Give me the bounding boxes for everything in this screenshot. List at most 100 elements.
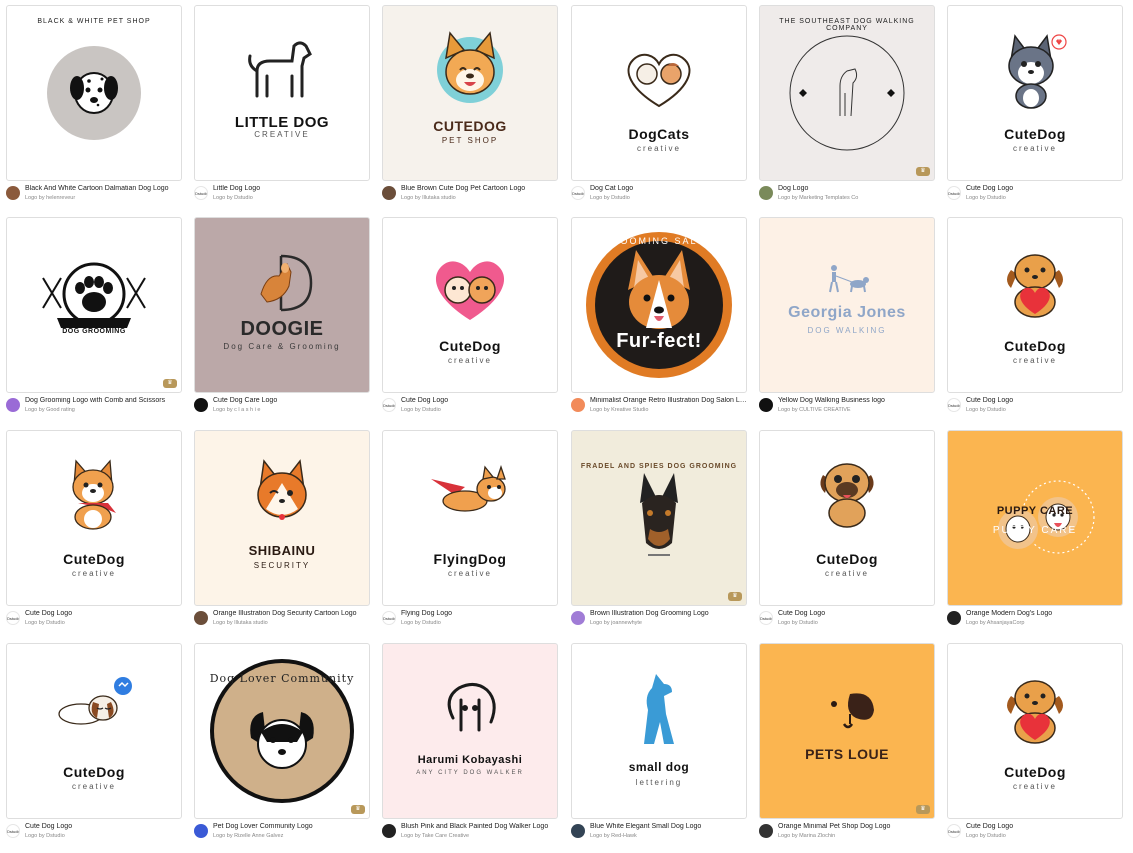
creator-avatar[interactable] bbox=[571, 398, 585, 412]
template-author[interactable]: Logo by CULTIVE CREATIVE bbox=[778, 407, 935, 413]
template-title[interactable]: Cute Dog Logo bbox=[25, 823, 182, 830]
creator-avatar[interactable]: Dstudio bbox=[759, 611, 773, 625]
template-title[interactable]: Black And White Cartoon Dalmatian Dog Lo… bbox=[25, 185, 182, 192]
creator-avatar[interactable] bbox=[382, 186, 396, 200]
template-title[interactable]: Blue Brown Cute Dog Pet Cartoon Logo bbox=[401, 185, 558, 192]
template-card[interactable]: SHIBAINU SECURITY Orange Illustration Dog… bbox=[194, 430, 370, 640]
template-thumbnail[interactable]: SHIBAINU SECURITY bbox=[194, 430, 370, 606]
template-card[interactable]: CuteDog creative Dstudio Cute Dog Logo Lo… bbox=[947, 217, 1123, 427]
template-card[interactable]: CuteDog creative Dstudio Cute Dog Logo Lo… bbox=[947, 5, 1123, 215]
template-author[interactable]: Logo by c l a s h i e bbox=[213, 407, 370, 413]
template-title[interactable]: Blush Pink and Black Painted Dog Walker … bbox=[401, 823, 558, 830]
template-title[interactable]: Cute Dog Logo bbox=[25, 610, 182, 617]
template-card[interactable]: Georgia Jones DOG WALKING Yellow Dog Walk… bbox=[759, 217, 935, 427]
template-card[interactable]: CuteDog creative Dstudio Cute Dog Logo Lo… bbox=[382, 217, 558, 427]
template-author[interactable]: Logo by helenreveur bbox=[25, 195, 182, 201]
template-thumbnail[interactable]: Dog Lover Community ♛ bbox=[194, 643, 370, 819]
template-title[interactable]: Cute Dog Logo bbox=[778, 610, 935, 617]
creator-avatar[interactable]: Dstudio bbox=[947, 186, 961, 200]
template-author[interactable]: Logo by Red-Hawk bbox=[590, 833, 747, 839]
template-title[interactable]: Cute Dog Logo bbox=[966, 823, 1123, 830]
creator-avatar[interactable]: Dstudio bbox=[571, 186, 585, 200]
template-card[interactable]: DOOGIE Dog Care & Grooming Cute Dog Care … bbox=[194, 217, 370, 427]
creator-avatar[interactable] bbox=[947, 611, 961, 625]
template-thumbnail[interactable]: CuteDog creative bbox=[947, 643, 1123, 819]
creator-avatar[interactable]: Dstudio bbox=[947, 824, 961, 838]
template-thumbnail[interactable]: CuteDog creative bbox=[947, 5, 1123, 181]
template-card[interactable]: CuteDog creative Dstudio Cute Dog Logo Lo… bbox=[6, 643, 182, 853]
template-thumbnail[interactable]: FRADEL AND SPIES DOG GROOMING ♛ bbox=[571, 430, 747, 606]
creator-avatar[interactable] bbox=[194, 611, 208, 625]
template-author[interactable]: Logo by Dstudio bbox=[401, 620, 558, 626]
template-card[interactable]: CuteDog creative Dstudio Cute Dog Logo Lo… bbox=[6, 430, 182, 640]
template-author[interactable]: Logo by Good rating bbox=[25, 407, 182, 413]
template-author[interactable]: Logo by Take Care Creative bbox=[401, 833, 558, 839]
template-title[interactable]: Pet Dog Lover Community Logo bbox=[213, 823, 370, 830]
template-thumbnail[interactable]: DOOGIE Dog Care & Grooming bbox=[194, 217, 370, 393]
template-author[interactable]: Logo by Dstudio bbox=[25, 833, 182, 839]
template-thumbnail[interactable]: CuteDog creative bbox=[759, 430, 935, 606]
template-author[interactable]: Logo by joannewhyte bbox=[590, 620, 747, 626]
template-title[interactable]: Brown Illustration Dog Grooming Logo bbox=[590, 610, 747, 617]
template-thumbnail[interactable]: FlyingDog creative bbox=[382, 430, 558, 606]
template-author[interactable]: Logo by Kreative Studio bbox=[590, 407, 747, 413]
template-author[interactable]: Logo by AhsanjayaCorp bbox=[966, 620, 1123, 626]
template-card[interactable]: small dog lettering Blue White Elegant Sm… bbox=[571, 643, 747, 853]
template-card[interactable]: FlyingDog creative Dstudio Flying Dog Log… bbox=[382, 430, 558, 640]
template-title[interactable]: Dog Logo bbox=[778, 185, 935, 192]
template-author[interactable]: Logo by Marina Zlochin bbox=[778, 833, 935, 839]
template-title[interactable]: Cute Dog Logo bbox=[966, 185, 1123, 192]
template-title[interactable]: Yellow Dog Walking Business logo bbox=[778, 397, 935, 404]
template-title[interactable]: Minimalist Orange Retro Illustration Dog… bbox=[590, 397, 747, 404]
template-thumbnail[interactable]: LITTLE DOG CREATIVE bbox=[194, 5, 370, 181]
template-author[interactable]: Logo by Dstudio bbox=[966, 195, 1123, 201]
template-card[interactable]: FRADEL AND SPIES DOG GROOMING ♛ Brown Il… bbox=[571, 430, 747, 640]
template-author[interactable]: Logo by Dstudio bbox=[213, 195, 370, 201]
creator-avatar[interactable] bbox=[194, 824, 208, 838]
template-author[interactable]: Logo by Marketing Templates Co bbox=[778, 195, 935, 201]
creator-avatar[interactable]: Dstudio bbox=[6, 824, 20, 838]
template-card[interactable]: PETS LOUE ♛ Orange Minimal Pet Shop Dog … bbox=[759, 643, 935, 853]
creator-avatar[interactable] bbox=[194, 398, 208, 412]
template-title[interactable]: Dog Grooming Logo with Comb and Scissors bbox=[25, 397, 182, 404]
template-thumbnail[interactable]: Georgia Jones DOG WALKING bbox=[759, 217, 935, 393]
template-card[interactable]: DOG GROOMING ♛ Dog Grooming Logo with Co… bbox=[6, 217, 182, 427]
creator-avatar[interactable]: Dstudio bbox=[382, 398, 396, 412]
template-thumbnail[interactable]: DogCats creative bbox=[571, 5, 747, 181]
creator-avatar[interactable]: Dstudio bbox=[947, 398, 961, 412]
template-thumbnail[interactable]: small dog lettering bbox=[571, 643, 747, 819]
creator-avatar[interactable]: Dstudio bbox=[194, 186, 208, 200]
template-author[interactable]: Logo by Dstudio bbox=[590, 195, 747, 201]
template-title[interactable]: Orange Modern Dog's Logo bbox=[966, 610, 1123, 617]
template-thumbnail[interactable]: THE SOUTHEAST DOG WALKING COMPANY ♛ bbox=[759, 5, 935, 181]
template-author[interactable]: Logo by Dstudio bbox=[25, 620, 182, 626]
template-card[interactable]: Harumi Kobayashi ANY CITY DOG WALKER Blus… bbox=[382, 643, 558, 853]
creator-avatar[interactable]: Dstudio bbox=[6, 611, 20, 625]
creator-avatar[interactable] bbox=[6, 398, 20, 412]
creator-avatar[interactable] bbox=[571, 824, 585, 838]
creator-avatar[interactable]: Dstudio bbox=[382, 611, 396, 625]
template-title[interactable]: Orange Minimal Pet Shop Dog Logo bbox=[778, 823, 935, 830]
creator-avatar[interactable] bbox=[571, 611, 585, 625]
template-card[interactable]: THE SOUTHEAST DOG WALKING COMPANY ♛ Dog … bbox=[759, 5, 935, 215]
creator-avatar[interactable] bbox=[759, 824, 773, 838]
template-author[interactable]: Logo by Dstudio bbox=[778, 620, 935, 626]
template-author[interactable]: Logo by Dstudio bbox=[966, 833, 1123, 839]
template-title[interactable]: Little Dog Logo bbox=[213, 185, 370, 192]
template-card[interactable]: CUTEDOG PET SHOP Blue Brown Cute Dog Pet … bbox=[382, 5, 558, 215]
template-thumbnail[interactable]: Harumi Kobayashi ANY CITY DOG WALKER bbox=[382, 643, 558, 819]
template-title[interactable]: Cute Dog Logo bbox=[966, 397, 1123, 404]
template-title[interactable]: Cute Dog Care Logo bbox=[213, 397, 370, 404]
template-card[interactable]: CuteDog creative Dstudio Cute Dog Logo Lo… bbox=[759, 430, 935, 640]
template-thumbnail[interactable]: BLACK & WHITE PET SHOP bbox=[6, 5, 182, 181]
template-thumbnail[interactable]: CuteDog creative bbox=[947, 217, 1123, 393]
template-author[interactable]: Logo by Illutaka studio bbox=[401, 195, 558, 201]
template-card[interactable]: Dog Lover Community ♛ Pet Dog Lover Comm… bbox=[194, 643, 370, 853]
template-thumbnail[interactable]: Fur-fect! GROOMING SALON bbox=[571, 217, 747, 393]
template-thumbnail[interactable]: PETS LOUE ♛ bbox=[759, 643, 935, 819]
creator-avatar[interactable] bbox=[382, 824, 396, 838]
template-title[interactable]: Blue White Elegant Small Dog Logo bbox=[590, 823, 747, 830]
template-thumbnail[interactable]: CuteDog creative bbox=[6, 643, 182, 819]
template-title[interactable]: Cute Dog Logo bbox=[401, 397, 558, 404]
template-author[interactable]: Logo by Dstudio bbox=[966, 407, 1123, 413]
